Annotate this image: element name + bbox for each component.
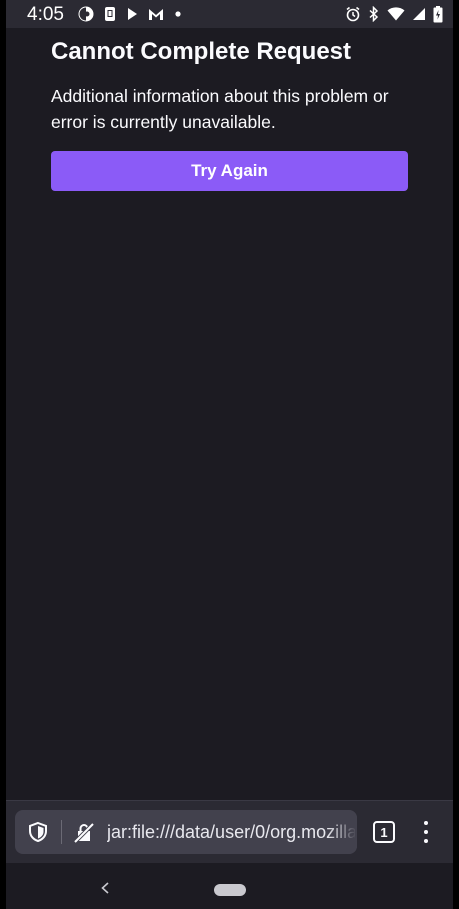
menu-dot-icon (424, 830, 428, 834)
insecure-connection-icon[interactable] (72, 821, 96, 845)
error-title: Cannot Complete Request (51, 38, 352, 65)
back-chevron-icon[interactable] (99, 881, 111, 895)
screen: 4:05 Cannot Complete Request Additional … (0, 0, 459, 909)
browser-toolbar: jar:file:///data/user/0/org.mozilla 1 (6, 800, 453, 863)
right-bezel (453, 0, 459, 909)
try-again-button[interactable]: Try Again (51, 151, 408, 191)
system-icons (345, 5, 443, 23)
gmail-icon (148, 7, 164, 21)
notification-icons (78, 6, 182, 22)
system-nav-bar (6, 863, 453, 909)
signal-icon (412, 7, 426, 21)
sim-icon (104, 6, 116, 22)
url-text: jar:file:///data/user/0/org.mozilla (107, 822, 355, 842)
url-fade (327, 810, 357, 854)
wifi-icon (387, 7, 405, 21)
menu-dot-icon (424, 821, 428, 825)
tab-counter-button[interactable]: 1 (373, 821, 395, 843)
alarm-icon (345, 6, 361, 22)
left-bezel (0, 0, 6, 909)
dot-icon (174, 10, 182, 18)
url-bar[interactable]: jar:file:///data/user/0/org.mozilla (15, 810, 357, 854)
url-divider (61, 820, 62, 844)
error-description: Additional information about this proble… (51, 86, 389, 132)
menu-dot-icon (424, 839, 428, 843)
battery-icon (433, 5, 443, 23)
firefox-focus-icon (78, 6, 94, 22)
status-time: 4:05 (27, 4, 64, 25)
menu-button[interactable] (422, 821, 430, 843)
home-pill[interactable] (214, 884, 246, 896)
play-icon (126, 7, 138, 21)
bluetooth-icon (368, 6, 380, 22)
shield-icon[interactable] (27, 821, 49, 843)
status-bar: 4:05 (6, 0, 453, 28)
